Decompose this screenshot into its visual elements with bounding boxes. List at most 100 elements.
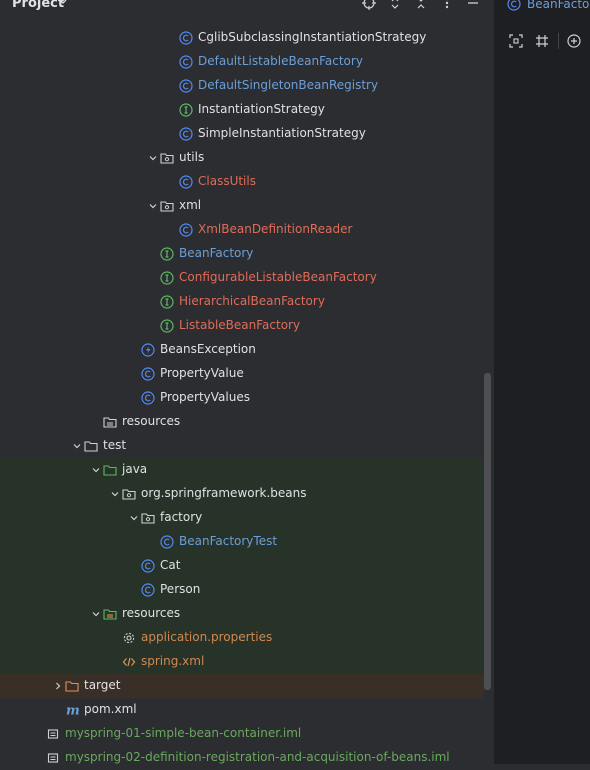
tree-item-label: ConfigurableListableBeanFactory [179,270,377,285]
tree-row[interactable]: BeanFactoryTest [0,530,484,554]
tree-row[interactable]: Cat [0,554,484,578]
tree-row[interactable]: PropertyValues [0,386,484,410]
grid-icon[interactable] [535,34,549,48]
iml-file-icon [46,751,60,765]
tree-row[interactable]: test [0,434,484,458]
tree-item-label: DefaultSingletonBeanRegistry [198,78,378,93]
tree-row[interactable]: CglibSubclassingInstantiationStrategy [0,26,484,50]
tree-row[interactable]: XmlBeanDefinitionReader [0,218,484,242]
expand-collapse-icon[interactable] [388,0,402,10]
tree-item-label: myspring-02-definition-registration-and-… [65,750,450,765]
tree-row[interactable]: ConfigurableListableBeanFactory [0,266,484,290]
chevron-down-icon[interactable] [110,489,120,499]
tree-item-label: resources [122,414,180,429]
tree-row[interactable]: spring.xml [0,650,484,674]
tree-row[interactable]: BeanFactory [0,242,484,266]
exception-icon [141,343,155,357]
tree-item-label: BeanFactoryTest [179,534,277,549]
tree-item-label: SimpleInstantiationStrategy [198,126,366,141]
maven-icon: m [65,703,79,717]
test-resources-folder-icon [103,607,117,621]
tree-row[interactable]: java [0,458,484,482]
tree-row[interactable]: ListableBeanFactory [0,314,484,338]
tree-item-label: spring.xml [141,654,204,669]
resources-folder-icon [103,415,117,429]
vertical-scrollbar[interactable] [484,373,491,690]
tree-row[interactable]: resources [0,602,484,626]
editor-pane: BeanFactor [495,0,590,764]
tree-row[interactable]: myspring-01-simple-bean-container.iml [0,722,484,746]
chevron-down-icon[interactable] [148,153,158,163]
class-icon [160,535,174,549]
project-view-title[interactable]: Project [12,0,64,11]
tree-item-label: org.springframework.beans [141,486,307,501]
chevron-down-icon[interactable] [72,441,82,451]
class-icon [179,31,193,45]
tree-row[interactable]: Person [0,578,484,602]
interface-icon [160,271,174,285]
chevron-down-icon[interactable] [148,201,158,211]
tree-row[interactable]: m pom.xml [0,698,484,722]
tree-item-label: XmlBeanDefinitionReader [198,222,352,237]
tree-item-label: xml [179,198,201,213]
chevron-down-icon[interactable] [91,609,101,619]
fit-screen-icon[interactable] [509,34,523,48]
tree-row[interactable]: utils [0,146,484,170]
tree-row[interactable]: DefaultListableBeanFactory [0,50,484,74]
tree-item-label: pom.xml [84,702,137,717]
chevron-down-icon[interactable] [129,513,139,523]
tree-row[interactable]: myspring-02-definition-registration-and-… [0,746,484,770]
interface-icon [160,319,174,333]
tree-item-label: utils [179,150,204,165]
tree-row[interactable]: HierarchicalBeanFactory [0,290,484,314]
tree-row[interactable]: BeansException [0,338,484,362]
tree-row[interactable]: resources [0,410,484,434]
toolbar-separator [558,33,559,49]
xml-icon [122,655,136,669]
tree-row[interactable]: ClassUtils [0,170,484,194]
tree-row[interactable]: SimpleInstantiationStrategy [0,122,484,146]
class-icon [141,583,155,597]
gear-icon [122,631,136,645]
hide-icon[interactable] [466,0,480,10]
project-panel-header: Project [0,0,494,12]
svg-text:m: m [66,704,79,718]
tree-item-label: resources [122,606,180,621]
more-options-icon[interactable] [440,0,454,10]
tree-row[interactable]: org.springframework.beans [0,482,484,506]
test-source-folder-icon [103,463,117,477]
class-icon [179,127,193,141]
tree-row[interactable]: factory [0,506,484,530]
tree-row[interactable]: target [0,674,484,698]
package-icon [141,511,155,525]
tree-item-label: application.properties [141,630,272,645]
tree-row[interactable]: PropertyValue [0,362,484,386]
tree-item-label: java [122,462,147,477]
tree-item-label: ListableBeanFactory [179,318,300,333]
class-icon [179,55,193,69]
tree-item-label: HierarchicalBeanFactory [179,294,325,309]
chevron-down-icon[interactable] [91,465,101,475]
tree-row[interactable]: application.properties [0,626,484,650]
locate-icon[interactable] [362,0,376,10]
chevron-down-icon[interactable] [58,0,68,7]
class-icon [179,223,193,237]
tree-row[interactable]: DefaultSingletonBeanRegistry [0,74,484,98]
class-icon [141,367,155,381]
tree-row[interactable]: InstantiationStrategy [0,98,484,122]
tree-item-label: Cat [160,558,180,573]
class-icon [141,559,155,573]
collapse-all-icon[interactable] [414,0,428,10]
interface-icon [160,247,174,261]
chevron-right-icon[interactable] [53,681,63,691]
tree-item-label: PropertyValues [160,390,250,405]
tree-row[interactable]: xml [0,194,484,218]
tree-item-label: ClassUtils [198,174,256,189]
package-icon [160,199,174,213]
interface-icon [179,103,193,117]
zoom-in-icon[interactable] [567,34,581,48]
tree-item-label: DefaultListableBeanFactory [198,54,363,69]
tree-item-label: test [103,438,126,453]
class-icon [179,175,193,189]
class-icon [179,79,193,93]
